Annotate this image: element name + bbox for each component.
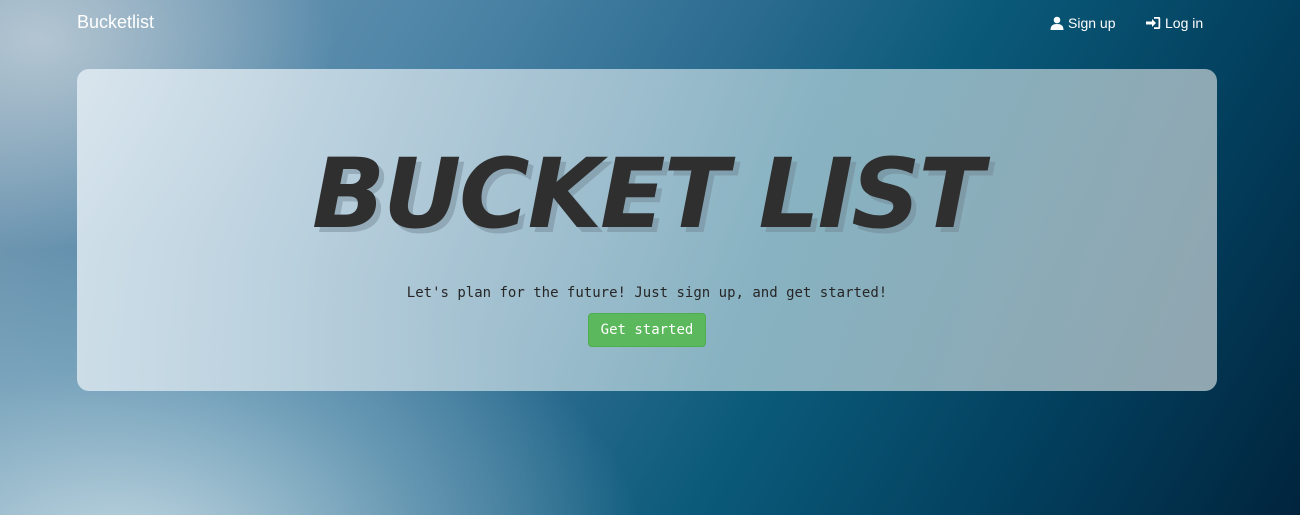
get-started-button[interactable]: Get started — [588, 313, 706, 347]
top-navbar: Bucketlist Sign up Log in — [0, 0, 1300, 46]
log-in-link[interactable]: Log in — [1146, 14, 1203, 32]
hero-panel: BUCKET LIST Let's plan for the future! J… — [77, 69, 1217, 391]
user-icon — [1050, 16, 1064, 30]
sign-up-label: Sign up — [1068, 15, 1116, 31]
sign-up-link[interactable]: Sign up — [1050, 14, 1115, 32]
brand-link[interactable]: Bucketlist — [77, 12, 154, 33]
hero-tagline: Let's plan for the future! Just sign up,… — [406, 285, 888, 301]
log-in-icon — [1146, 16, 1161, 30]
log-in-label: Log in — [1165, 15, 1204, 31]
hero-title: BUCKET LIST — [312, 138, 984, 250]
